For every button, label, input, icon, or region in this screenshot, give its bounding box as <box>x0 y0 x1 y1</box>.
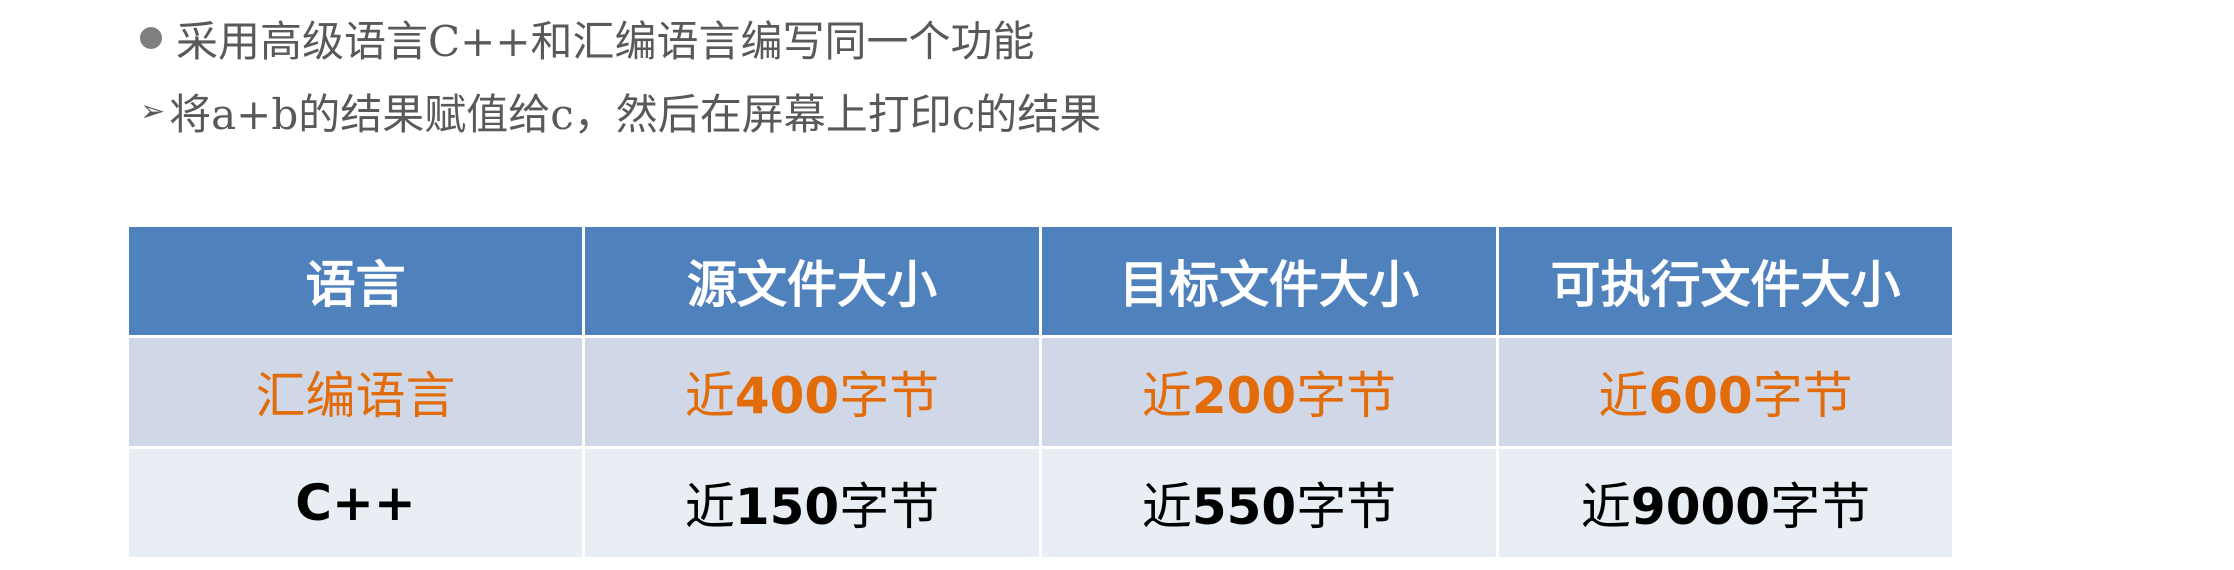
cell-prefix: 近 <box>1141 367 1192 425</box>
cell-prefix: 近 <box>1141 478 1192 536</box>
bullet-arrow-icon: ➢ <box>140 93 166 129</box>
size-comparison-table: 语言 源文件大小 目标文件大小 可执行文件大小 汇编语言 近400字节 近200… <box>126 224 1955 560</box>
cell-suffix: 字节 <box>1770 478 1871 536</box>
bullet-item-1: 采用高级语言C++和汇编语言编写同一个功能 <box>140 0 1035 78</box>
cell-suffix: 字节 <box>1752 367 1853 425</box>
cell-number: 600 <box>1648 367 1753 425</box>
header-source-size: 源文件大小 <box>582 224 1042 338</box>
cell-prefix: 近 <box>684 478 735 536</box>
bullet-dot-icon <box>140 27 162 49</box>
cell-number: 150 <box>734 478 840 536</box>
row-language: 汇编语言 <box>126 335 585 449</box>
table-cell: 近150字节 <box>582 446 1042 560</box>
table-cell: 近550字节 <box>1039 446 1499 560</box>
table-row: C++ 近150字节 近550字节 近9000字节 <box>126 446 1955 560</box>
cell-prefix: 近 <box>1598 367 1649 425</box>
cell-prefix: 近 <box>1580 478 1631 536</box>
table-cell: 近600字节 <box>1496 335 1955 449</box>
table-cell: 近400字节 <box>582 335 1042 449</box>
cell-suffix: 字节 <box>1296 367 1397 425</box>
table-cell: 近9000字节 <box>1496 446 1955 560</box>
bullet-item-2: ➢ 将a+b的结果赋值给c，然后在屏幕上打印c的结果 <box>140 71 1101 151</box>
bullet-text-2: 将a+b的结果赋值给c，然后在屏幕上打印c的结果 <box>169 89 1102 139</box>
header-object-size: 目标文件大小 <box>1039 224 1499 338</box>
cell-number: 200 <box>1191 367 1297 425</box>
cell-prefix: 近 <box>684 367 735 425</box>
cell-number: 400 <box>734 367 840 425</box>
cell-number: 550 <box>1191 478 1297 536</box>
table-row: 汇编语言 近400字节 近200字节 近600字节 <box>126 335 1955 449</box>
cell-suffix: 字节 <box>839 367 940 425</box>
cell-number: 9000 <box>1630 478 1771 536</box>
table-header-row: 语言 源文件大小 目标文件大小 可执行文件大小 <box>126 224 1955 338</box>
header-language: 语言 <box>126 224 585 338</box>
bullet-text-1: 采用高级语言C++和汇编语言编写同一个功能 <box>176 16 1035 66</box>
header-executable-size: 可执行文件大小 <box>1496 224 1955 338</box>
table-cell: 近200字节 <box>1039 335 1499 449</box>
cell-suffix: 字节 <box>839 478 940 536</box>
cell-suffix: 字节 <box>1296 478 1397 536</box>
row-language: C++ <box>126 446 585 560</box>
